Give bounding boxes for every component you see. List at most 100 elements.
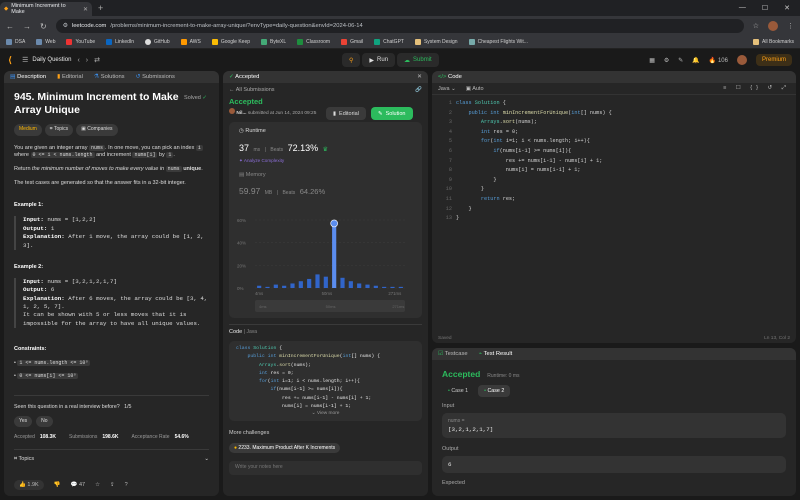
bookmark-classroom[interactable]: Classroom	[297, 39, 330, 45]
auto-toggle[interactable]: ▣ Auto	[466, 86, 484, 92]
editor-tools[interactable]: ≡ ☐ {} ↺ ⤢	[723, 85, 790, 92]
tab-test-result[interactable]: ⌁ Test Result	[479, 351, 513, 357]
tab-editorial[interactable]: ▮ Editorial	[57, 74, 83, 80]
y-tick-label: 60%	[237, 218, 246, 223]
all-submissions-link[interactable]: ← All Submissions 🔗	[229, 87, 422, 93]
bookmark-chatgpt[interactable]: ChatGPT	[374, 39, 404, 45]
stat-label: Submissions	[68, 434, 98, 441]
tab-description[interactable]: ▤ Description	[10, 74, 46, 80]
debug-button[interactable]: ⚲	[342, 53, 361, 67]
menu-icon[interactable]: ⋮	[787, 22, 794, 30]
leetcode-logo-icon[interactable]: ⟨	[8, 55, 12, 66]
bookmark-star-icon[interactable]: ☆	[753, 22, 759, 30]
notes-icon[interactable]: ✎	[678, 57, 683, 64]
help-icon[interactable]: ?	[125, 482, 128, 488]
runtime-distribution-chart[interactable]: 60% 40% 20% 0% 4ms 50ms 271ms 4ms 50ms 271ms	[235, 214, 410, 318]
reaction-bar: 👍 1.9K 👎 💬 47 ☆ ⇪?	[14, 480, 128, 490]
chart-bar	[390, 286, 395, 288]
all-bookmarks[interactable]: All Bookmarks	[753, 39, 794, 45]
like-button[interactable]: 👍 1.9K	[14, 480, 44, 490]
tab-label: Code	[448, 74, 462, 80]
leetcode-favicon-icon: ◆	[4, 6, 9, 12]
bookmark-gmail[interactable]: Gmail	[341, 39, 363, 45]
site-info-icon[interactable]: ⚙	[63, 23, 68, 29]
settings-icon[interactable]: ⚙	[664, 57, 669, 64]
example-box: Input: nums = [3,2,1,2,1,7] Output: 6 Ex…	[14, 277, 209, 329]
gmail-icon	[341, 39, 348, 45]
minimize-icon[interactable]: —	[739, 4, 746, 12]
current-runtime-marker	[330, 219, 338, 228]
case-tab-2[interactable]: • Case 2	[478, 385, 511, 397]
editor-code-area[interactable]: 1 class Solution {2 public int minIncreme…	[432, 95, 796, 221]
test-panel: ☑ Testcase ⌁ Test Result Accepted Runtime…	[432, 348, 796, 496]
bookmark-youtube[interactable]: YouTube	[66, 39, 95, 45]
streak-counter[interactable]: 🔥 106	[709, 57, 728, 64]
bookmark-aws[interactable]: AWS	[180, 39, 201, 45]
panel-close-icon[interactable]: ✕	[417, 74, 422, 80]
topics-chip[interactable]: ⌗ Topics	[44, 124, 74, 136]
editorial-button[interactable]: ▮ Editorial	[326, 107, 366, 120]
analyze-complexity-link[interactable]: ✦ Analyze Complexity	[239, 158, 412, 164]
tab-label: Accepted	[235, 74, 260, 80]
memory-heading[interactable]: ▤ Memory	[239, 172, 412, 178]
bookmark-system-design[interactable]: System Design	[414, 39, 458, 45]
back-icon[interactable]: ←	[6, 22, 14, 31]
prev-problem-icon[interactable]: ‹	[77, 57, 79, 64]
yes-button[interactable]: Yes	[14, 416, 33, 428]
problem-title[interactable]: 945. Minimum Increment to Make Array Uni…	[14, 91, 179, 117]
problem-list-icon[interactable]: ☰	[22, 56, 28, 64]
bookmark-flights[interactable]: Cheapest Flights Wit...	[468, 39, 528, 45]
tab-solutions[interactable]: ⚗ Solutions	[94, 74, 125, 80]
run-button[interactable]: ▶ Run	[362, 53, 396, 67]
tab-accepted[interactable]: ✓ Accepted	[229, 74, 259, 80]
tab-testcase[interactable]: ☑ Testcase	[438, 351, 468, 357]
language-select[interactable]: Java ⌄	[438, 86, 456, 92]
comment-icon: 💬	[70, 482, 78, 488]
bookmark-dsa[interactable]: DSA	[6, 39, 25, 45]
bookmark-github[interactable]: GitHub	[145, 39, 170, 45]
shuffle-icon[interactable]: ⇄	[94, 56, 100, 64]
avatar[interactable]	[736, 55, 747, 65]
submit-button[interactable]: ☁ Submit	[397, 53, 439, 67]
maximize-icon[interactable]: ☐	[762, 4, 768, 12]
next-problem-icon[interactable]: ›	[86, 57, 88, 64]
challenge-chip[interactable]: ● 2233. Maximum Product After K Incremen…	[229, 443, 341, 453]
tab-code[interactable]: </> Code	[438, 74, 462, 80]
forward-icon[interactable]: →	[23, 22, 31, 31]
solution-button[interactable]: ✎ Solution	[371, 107, 413, 120]
bookmark-bytexl[interactable]: ByteXL	[261, 39, 286, 45]
star-icon[interactable]: ☆	[95, 482, 100, 488]
case-tab-1[interactable]: • Case 1	[442, 385, 474, 397]
bookmark-web[interactable]: Web	[36, 39, 55, 45]
new-tab-icon[interactable]: +	[98, 3, 103, 13]
tab-submissions[interactable]: ↺ Submissions	[136, 74, 175, 80]
play-icon: ▶	[369, 57, 375, 64]
test-runtime: Runtime: 0 ms	[487, 373, 520, 379]
bookmark-google-keep[interactable]: Google Keep	[211, 39, 250, 45]
notes-input[interactable]: Write your notes here	[229, 461, 422, 475]
aws-icon	[180, 39, 187, 45]
topics-accordion[interactable]: ⌗ Topics ⌄	[14, 448, 209, 464]
close-tab-icon[interactable]: ✕	[83, 6, 88, 13]
premium-button[interactable]: Premium	[755, 54, 792, 66]
daily-question-link[interactable]: Daily Question	[32, 57, 71, 63]
companies-chip[interactable]: ▣ Companies	[76, 124, 118, 136]
comments-button[interactable]: 💬 47	[71, 482, 86, 488]
no-button[interactable]: No	[36, 416, 53, 428]
view-more-button[interactable]: ⌄ View more	[229, 410, 422, 418]
example-output: 1	[50, 224, 55, 232]
browser-tab[interactable]: ◆ Minimum Increment to Make ✕	[0, 2, 92, 16]
avatar[interactable]	[768, 21, 778, 31]
share-icon[interactable]: ⇪	[110, 482, 115, 488]
bell-icon[interactable]: 🔔	[692, 57, 699, 64]
close-window-icon[interactable]: ✕	[784, 4, 790, 12]
bookmark-linkedin[interactable]: LinkedIn	[106, 39, 134, 45]
runtime-heading-label: Runtime	[245, 128, 266, 134]
address-bar[interactable]: ⚙ leetcode.com/problems/minimum-increment…	[55, 19, 744, 33]
link-icon[interactable]: 🔗	[415, 87, 422, 93]
dislike-icon[interactable]: 👎	[54, 482, 61, 488]
layout-icon[interactable]: ▦	[649, 57, 655, 64]
reload-icon[interactable]: ↻	[40, 22, 47, 31]
example-heading: Example 2:	[14, 263, 44, 270]
runtime-unit: ms	[253, 147, 261, 153]
